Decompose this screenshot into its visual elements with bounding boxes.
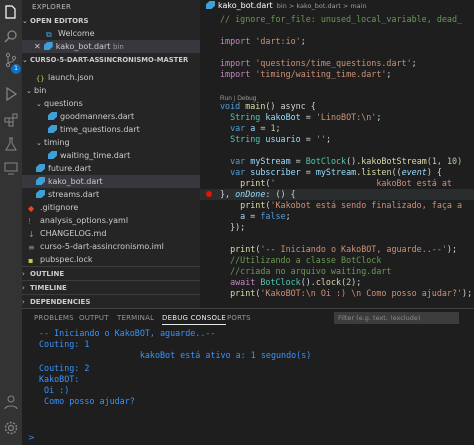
console-prompt[interactable]: > bbox=[28, 433, 35, 442]
console-line: Couting: 2 bbox=[39, 363, 90, 373]
activity-bar: 1 bbox=[0, 0, 22, 445]
breakpoint-icon[interactable] bbox=[206, 191, 212, 197]
console-line: Como posso ajudar? bbox=[39, 396, 135, 406]
tab-ports[interactable]: PORTS bbox=[227, 314, 251, 322]
tree-item-time-questions[interactable]: time_questions.dart bbox=[22, 123, 200, 136]
tab-terminal[interactable]: TERMINAL bbox=[117, 314, 154, 322]
search-icon[interactable] bbox=[3, 28, 19, 44]
breadcrumb[interactable]: bin > kako_bot.dart > main bbox=[277, 2, 367, 10]
tab-output[interactable]: OUTPUT bbox=[79, 314, 109, 322]
json-icon: {} bbox=[36, 75, 45, 83]
dart-file-icon bbox=[48, 125, 57, 133]
dart-file-icon bbox=[36, 164, 45, 172]
notification-badge: 1 bbox=[11, 64, 21, 74]
tree-item-launch[interactable]: {} launch.json bbox=[22, 71, 200, 84]
yaml-icon: ! bbox=[28, 217, 32, 226]
code-editor[interactable]: // ignore_for_file: unused_local_variabl… bbox=[200, 12, 474, 308]
console-line: kakoBot está ativo a: 1 segundo(s) bbox=[39, 350, 312, 360]
tree-item-future[interactable]: future.dart bbox=[22, 162, 200, 175]
tree-item-goodmanners[interactable]: goodmanners.dart bbox=[22, 110, 200, 123]
dart-file-icon bbox=[48, 151, 57, 159]
dart-file-icon bbox=[43, 42, 53, 50]
remote-explorer-icon[interactable] bbox=[3, 160, 19, 176]
open-editors-header[interactable]: ⌄ OPEN EDITORS bbox=[22, 14, 200, 27]
console-line: -- Iniciando o KakoBOT, aguarde..-- bbox=[39, 328, 216, 338]
markdown-icon: ↓ bbox=[28, 230, 35, 239]
dart-file-icon bbox=[48, 112, 57, 120]
manage-gear-icon[interactable] bbox=[3, 420, 19, 436]
console-line: Oi :) bbox=[39, 385, 70, 395]
dart-file-icon bbox=[36, 190, 45, 198]
timeline-header[interactable]: › TIMELINE bbox=[22, 280, 200, 293]
open-editor-kako-bot[interactable]: ✕ kako_bot.dart bin bbox=[22, 40, 200, 53]
testing-icon[interactable] bbox=[3, 136, 19, 152]
bottom-panel: PROBLEMS OUTPUT TERMINAL DEBUG CONSOLE P… bbox=[22, 308, 474, 445]
close-icon[interactable]: ✕ bbox=[34, 42, 41, 51]
account-icon[interactable] bbox=[3, 394, 19, 410]
explorer-sidebar: EXPLORER ⌄ OPEN EDITORS ⧉ Welcome ✕ kako_bo… bbox=[22, 0, 200, 308]
editor-tab-bar: kako_bot.dart bin > kako_bot.dart > main bbox=[200, 0, 474, 12]
explorer-icon[interactable] bbox=[3, 4, 19, 20]
open-editor-welcome[interactable]: ⧉ Welcome bbox=[22, 27, 200, 40]
outline-header[interactable]: › OUTLINE bbox=[22, 266, 200, 279]
lock-icon: ▪ bbox=[28, 256, 34, 265]
tree-item-changelog[interactable]: ↓ CHANGELOG.md bbox=[22, 227, 200, 240]
dart-file-icon bbox=[36, 177, 45, 185]
tree-folder-timing[interactable]: ⌄ timing bbox=[22, 136, 200, 149]
dependencies-header[interactable]: › DEPENDENCIES bbox=[22, 294, 200, 307]
tab-problems[interactable]: PROBLEMS bbox=[34, 314, 74, 322]
console-line: KakoBOT: bbox=[39, 374, 80, 384]
file-icon: ≡ bbox=[28, 243, 35, 252]
tree-item-kako-bot[interactable]: kako_bot.dart bbox=[22, 175, 200, 188]
explorer-title: EXPLORER bbox=[32, 3, 72, 11]
tree-folder-questions[interactable]: ⌄ questions bbox=[22, 97, 200, 110]
run-debug-icon[interactable] bbox=[3, 86, 19, 102]
tree-item-iml[interactable]: ≡ curso-5-dart-assincronismo.iml bbox=[22, 240, 200, 253]
tab-debug-console[interactable]: DEBUG CONSOLE bbox=[162, 314, 226, 325]
tree-item-gitignore[interactable]: ◆ .gitignore bbox=[22, 201, 200, 214]
tree-folder-bin[interactable]: ⌄ bin bbox=[22, 84, 200, 97]
chevron-right-icon: › bbox=[22, 298, 25, 306]
tab-kako-bot[interactable]: kako_bot.dart bin > kako_bot.dart > main bbox=[200, 0, 474, 12]
project-header[interactable]: ⌄ CURSO-5-DART-ASSINCRONISMO-MASTER bbox=[22, 53, 200, 66]
tree-item-waiting-time[interactable]: waiting_time.dart bbox=[22, 149, 200, 162]
console-line: Couting: 1 bbox=[39, 339, 90, 349]
chevron-down-icon: ⌄ bbox=[22, 56, 28, 64]
filter-input[interactable]: Filter (e.g. text, !exclude) bbox=[334, 312, 459, 324]
vscode-icon: ⧉ bbox=[46, 30, 52, 39]
tree-item-streams[interactable]: streams.dart bbox=[22, 188, 200, 201]
git-icon: ◆ bbox=[28, 204, 35, 213]
dart-file-icon bbox=[206, 1, 215, 9]
extensions-icon[interactable] bbox=[3, 112, 19, 128]
tree-item-pubspec[interactable]: ▪ pubspec.lock bbox=[22, 253, 200, 266]
tree-item-analysis[interactable]: ! analysis_options.yaml bbox=[22, 214, 200, 227]
